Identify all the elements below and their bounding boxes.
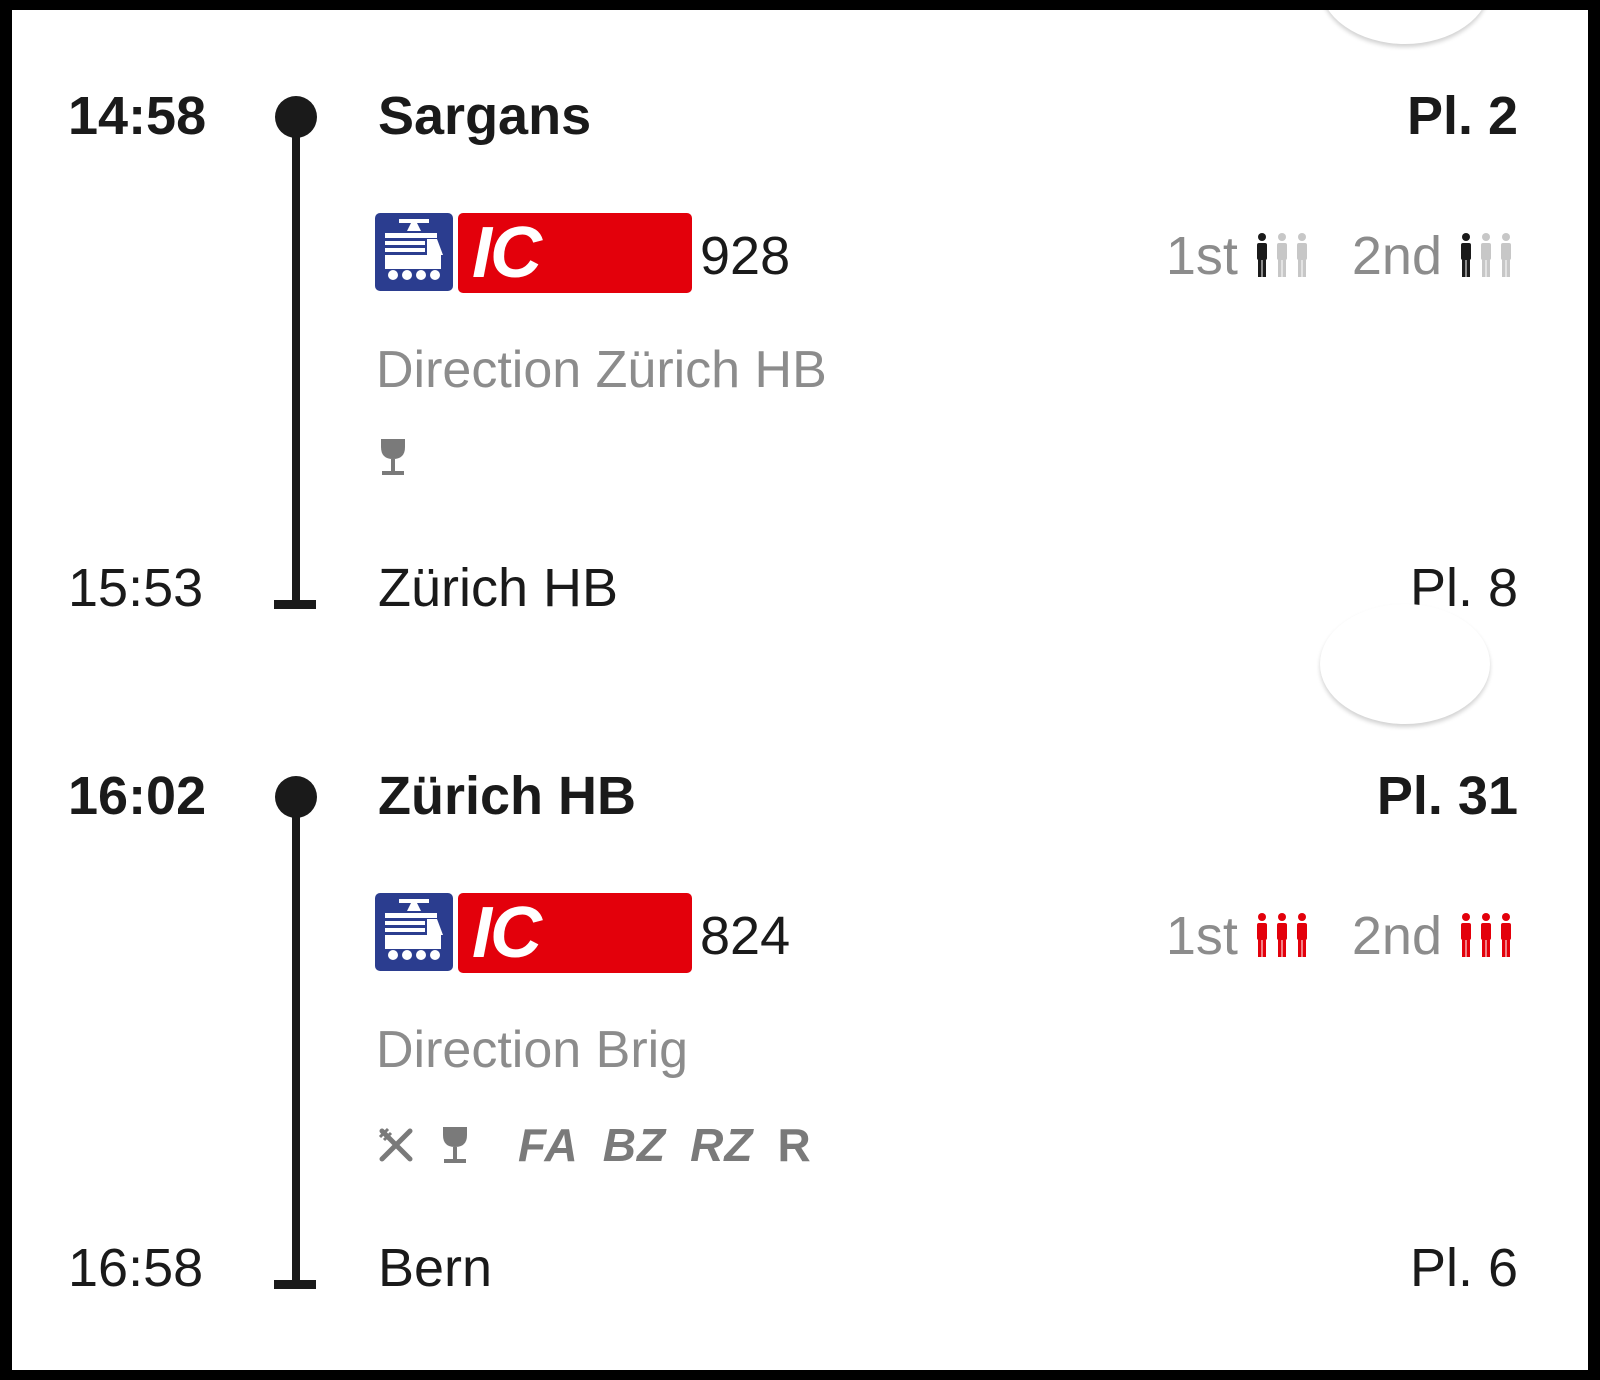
train-direction: Direction Zürich HB <box>376 341 827 399</box>
second-class-label: 2nd <box>1351 226 1442 286</box>
service-code-r: R <box>777 1119 812 1171</box>
departure-station[interactable]: Sargans <box>378 86 591 146</box>
train-number: 824 <box>700 906 791 966</box>
occupancy-low-icon <box>1461 233 1511 277</box>
train-direction: Direction Brig <box>376 1021 689 1079</box>
departure-platform: Pl. 2 <box>1406 86 1518 146</box>
departure-time: 16:02 <box>68 766 207 826</box>
arrival-station[interactable]: Bern <box>378 1238 492 1298</box>
occupancy-high-icon <box>1256 913 1307 957</box>
train-number: 928 <box>700 226 791 286</box>
leg-2: 16:02 Zürich HB Pl. 31 IC 824 1st 2nd Di… <box>12 690 1588 1298</box>
train-category-badge: IC <box>458 213 692 293</box>
occupancy-indicator[interactable]: 1st 2nd <box>1166 226 1516 286</box>
arrival-marker <box>274 600 316 609</box>
route-line <box>292 120 300 605</box>
first-class-label: 1st <box>1165 906 1238 966</box>
occupancy-high-icon <box>1461 913 1511 957</box>
second-class-label: 2nd <box>1351 906 1442 966</box>
arrival-platform: Pl. 6 <box>1409 1238 1518 1298</box>
leg-1: 14:58 Sargans Pl. 2 IC 928 1st 2nd Direc… <box>12 10 1588 618</box>
wine-glass-icon <box>443 1127 467 1163</box>
service-icons: FA BZ RZ R <box>376 1119 812 1171</box>
restaurant-icon <box>378 1127 413 1162</box>
arrival-marker <box>274 1280 316 1289</box>
train-category-badge: IC <box>458 893 692 973</box>
occupancy-indicator[interactable]: 1st 2nd <box>1166 906 1516 966</box>
train-icon <box>375 213 453 291</box>
departure-station[interactable]: Zürich HB <box>378 766 636 826</box>
occupancy-low-icon <box>1256 233 1307 277</box>
service-code-rz: RZ <box>690 1119 754 1171</box>
arrival-time: 15:53 <box>68 558 204 618</box>
arrival-time: 16:58 <box>68 1238 204 1298</box>
wine-glass-icon <box>381 439 405 475</box>
service-code-fa: FA <box>518 1119 579 1171</box>
departure-platform: Pl. 31 <box>1376 766 1518 826</box>
route-line <box>292 800 300 1285</box>
service-icons <box>376 432 432 482</box>
arrival-station[interactable]: Zürich HB <box>378 558 618 618</box>
first-class-label: 1st <box>1165 226 1238 286</box>
departure-time: 14:58 <box>68 86 207 146</box>
service-code-bz: BZ <box>602 1119 667 1171</box>
connection-detail: 14:58 Sargans Pl. 2 IC 928 1st 2nd Direc… <box>12 10 1588 1370</box>
train-icon <box>375 893 453 971</box>
